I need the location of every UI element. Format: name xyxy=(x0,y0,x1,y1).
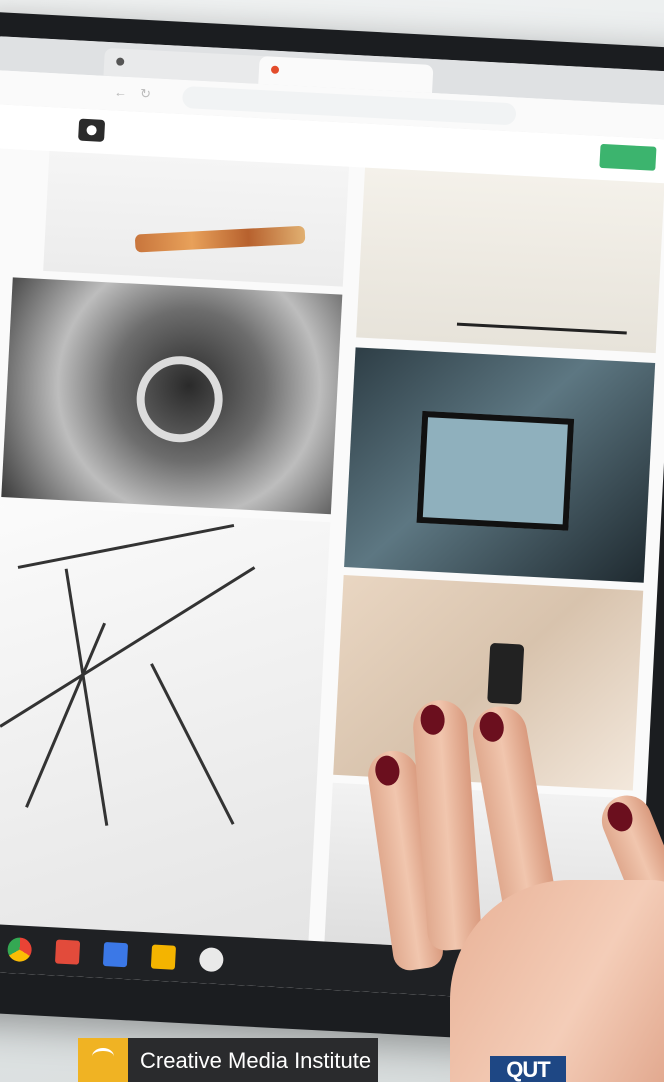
photo-desk[interactable] xyxy=(356,167,664,354)
join-button[interactable] xyxy=(599,143,657,171)
photo-pottery[interactable] xyxy=(1,277,343,515)
pencils-image xyxy=(134,225,306,253)
logo-emblem-icon xyxy=(78,1038,128,1082)
creative-media-institute-logo: Creative Media Institute xyxy=(78,1038,378,1082)
fingernail xyxy=(603,798,637,836)
phone-image xyxy=(487,642,525,705)
fingernail xyxy=(373,754,402,788)
slides-icon[interactable] xyxy=(150,944,177,970)
logo-text: Creative Media Institute xyxy=(140,1048,372,1073)
monitor-image xyxy=(416,410,575,531)
gmail-icon[interactable] xyxy=(54,939,81,965)
photo-workstation[interactable] xyxy=(344,347,656,583)
camera-icon[interactable] xyxy=(78,118,106,142)
photo-geometric[interactable] xyxy=(0,503,331,952)
fingernail xyxy=(419,703,446,736)
palm xyxy=(450,880,664,1082)
photos-icon[interactable] xyxy=(198,947,224,973)
hand xyxy=(364,698,664,1082)
qut-logo: QUT xyxy=(490,1056,566,1082)
fingernail xyxy=(477,709,507,744)
photo-pencils[interactable] xyxy=(43,151,350,287)
back-icon[interactable]: ← xyxy=(112,84,129,101)
docs-icon[interactable] xyxy=(102,942,129,968)
reload-icon[interactable]: ↻ xyxy=(137,86,154,103)
photo-scene: ← ↻ Creative Media Institute QUT xyxy=(0,0,664,1082)
pottery-ring-image xyxy=(134,354,225,445)
chrome-icon[interactable] xyxy=(7,936,33,963)
